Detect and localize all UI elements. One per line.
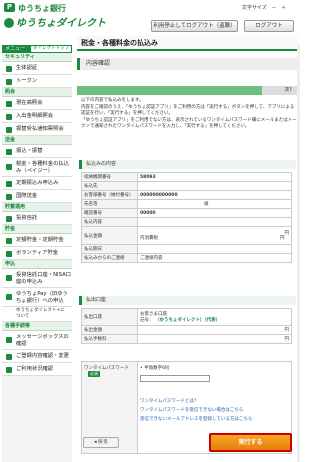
history-icon [6,114,12,120]
table-row: 確認番号 00000 [81,208,292,218]
sidebar-item-biometric[interactable]: 生体認証 [2,62,72,75]
step-label: 次7 [284,88,292,93]
sidebar-item-usage[interactable]: ご利用状況確認 [2,363,72,376]
table-row: 払込期日 [81,244,292,254]
sidebar-section-inquiry: 照会 [2,88,72,97]
table-row: 払込みからのご連絡 ご連絡内容 [81,253,292,263]
otp-email-link[interactable]: 受信できないメールアドレスを登録している方はこちら [140,416,289,422]
service-name: ゆうちょダイレクト [16,18,106,29]
sidebar-item-intl-remit[interactable]: 国際送金 [2,190,72,203]
sidebar-item-nisa[interactable]: 投資信託口座・NISA口座の申込み [2,269,72,288]
globe-icon [6,194,12,200]
otp-not-received-link[interactable]: ワンタイムパスワードを受信できない場合はこちら [140,407,289,413]
text-size-plus-button[interactable]: ＋ [281,5,286,11]
sidebar-item-transfer[interactable]: 振込・振替 [2,145,72,158]
menu-label: メニュー [5,46,26,52]
sidebar-section-investment: 貯蓄運用 [2,203,72,212]
sidebar-item-fixed-savings[interactable]: 定額貯金・定期貯金 [2,234,72,247]
desc-line: 内容をご確認のうえ、「ゆうちょ認証アプリ」をご利用の方は「実行する」ボタンを押し… [81,104,295,117]
sidebar-item-payeasy[interactable]: 税金・各種料金の払込み（ペイジー） [2,158,72,177]
account-table: 払出口座 お客さま口座 記号： （ゆうちょダイレクト）（代表） 払出金額円 払込手数… [81,308,292,344]
page-title: 税金・各種料金の払込み [77,36,298,51]
usage-icon [6,367,12,373]
balance-icon [6,101,12,107]
table-row: 払出口座 お客さま口座 記号： （ゆうちょダイレクト）（代表） [81,308,292,326]
payment-section-title: 払込みの内容 [79,160,296,169]
step-indicator: 次7 [77,86,298,95]
payment-table: 収納機関番号 58093 払込先 お客様番号（納付番号） 000000000000 … [81,172,292,263]
back-button[interactable]: ◂ 戻る [83,437,119,448]
sidebar-item-transfer-notice[interactable]: 振替受払通知票照会 [2,123,72,136]
sidebar-item-fund[interactable]: 投資信託 [2,212,72,225]
sidebar-item-registration[interactable]: ご登録内容確認・変更 [2,350,72,363]
main-content: 税金・各種料金の払込み 内容確認 次7 以下の内容で払込みをします。 内容をご確… [77,36,298,462]
sidebar-item-token[interactable]: トークン [2,75,72,88]
sidebar-item-volunteer[interactable]: ボランティア貯金 [2,247,72,260]
sidebar-note-link[interactable]: ゆうちょダイレクト+について [2,307,72,322]
sidebar-section-remit: 送金 [2,136,72,145]
text-size-label: 文字サイズ [241,5,267,11]
profile-icon [6,354,12,360]
table-row: 氏名等様 [81,199,292,209]
otp-hint: • 半角数字6桁 [140,366,170,371]
sidebar-section-savings: 貯金 [2,225,72,234]
bank-logo-icon: P [4,3,15,12]
mail-icon [6,337,12,343]
table-row: 払込金額円内消費税円 [81,226,292,245]
table-row: 払込先 [81,181,292,191]
page-subtitle: 内容確認 [77,58,298,70]
execute-button[interactable]: 実行する [209,433,292,452]
table-row: 収納機関番号 58093 [81,172,292,182]
scrollbar[interactable] [297,45,300,462]
sidebar-item-messages[interactable]: メッセージボックスの確認 [2,331,72,350]
fund-icon [6,216,12,222]
sidebar-section-security: セキュリティ [2,53,72,62]
volunteer-icon [6,251,12,257]
table-row: 払込手数料円 [81,334,292,344]
transfer-icon [6,149,12,155]
stop-and-logout-button[interactable]: 利用停止してログアウト（盗難） [151,20,238,32]
sidebar-section-procedures: 各種手続等 [2,322,72,331]
required-badge: 必須 [88,371,100,377]
step-progress [77,86,262,95]
account-section-title: 払出口座 [79,296,296,305]
bank-name: ゆうちょ銀行 [18,4,66,13]
notice-icon [6,127,12,133]
fingerprint-icon [6,66,12,72]
payment-icon [6,164,12,170]
token-icon [6,79,12,85]
sidebar: メニュー ダイレクトトップ セキュリティ 生体認証 トークン 照会 現在高照会 … [2,45,72,462]
otp-help-link[interactable]: ワンタイムパスワードとは？ [140,398,289,404]
service-logo: ゆうちょダイレクト [4,14,124,30]
pay-icon [6,294,12,300]
table-row: お客様番号（納付番号） 000000000000 [81,190,292,200]
sidebar-section-apply: 申込 [2,260,72,269]
sidebar-item-scheduled-transfer[interactable]: 定期振込み申込み [2,177,72,190]
logout-button[interactable]: ログアウト [244,20,294,32]
otp-input[interactable] [140,375,210,382]
description: 以下の内容で払込みをします。 内容をご確認のうえ、「ゆうちょ認証アプリ」をご利用… [81,98,297,131]
desc-line: 「ゆうちょ認証アプリ」をご利用でない方は、表示されているワンタイムパスワード欄に… [81,117,297,130]
direct-top-link[interactable]: ダイレクトトップ [31,46,71,52]
text-size-control: 文字サイズ － ＋ [239,4,286,11]
table-row: 払込内容 [81,217,292,227]
sidebar-menu-bar: メニュー ダイレクトトップ [2,45,72,53]
apply-icon [6,275,12,281]
sidebar-item-history[interactable]: 入出金明細照会 [2,110,72,123]
direct-logo-icon [4,18,14,28]
text-size-minus-button[interactable]: － [271,5,276,11]
savings-icon [6,238,12,244]
calendar-icon [6,181,12,187]
sidebar-item-pay[interactable]: ゆうちょPay（旧ゆうちょ銀行）への申込 [2,288,72,307]
sidebar-item-balance[interactable]: 現在高照会 [2,97,72,110]
table-row: 払出金額円 [81,325,292,335]
